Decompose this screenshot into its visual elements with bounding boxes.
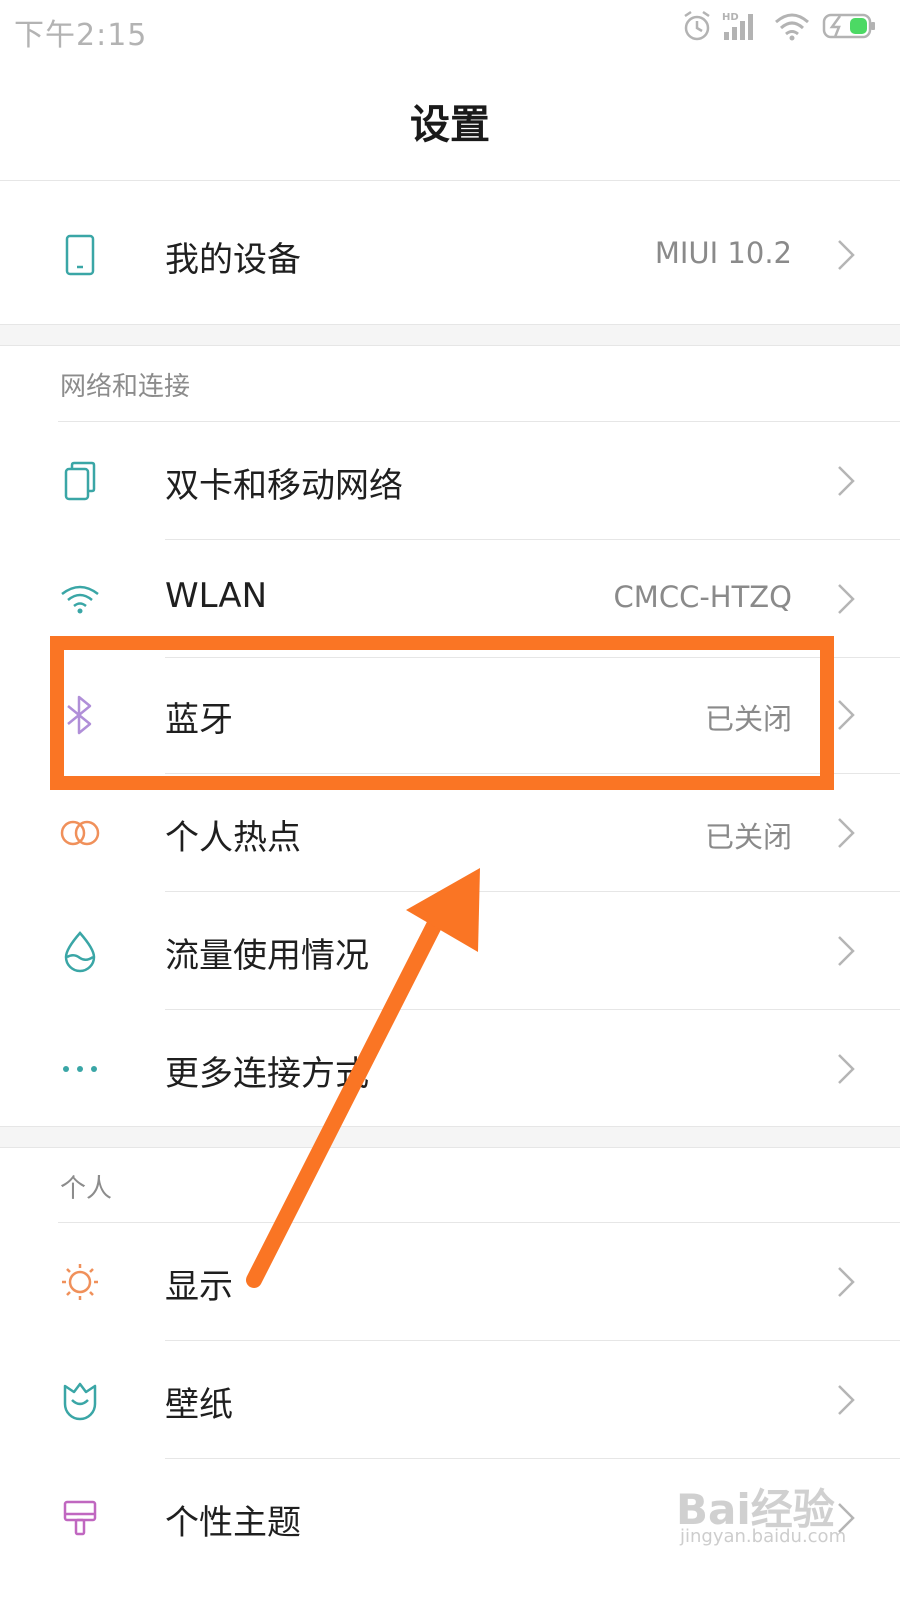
row-hotspot[interactable]: 个人热点 已关闭 <box>0 774 900 892</box>
theme-icon <box>63 1500 97 1536</box>
row-display[interactable]: 显示 <box>0 1223 900 1341</box>
chevron-right-icon <box>838 700 855 730</box>
section-gap <box>0 1127 900 1147</box>
section-header-personal: 个人 <box>60 1174 113 1204</box>
dual-sim-icon <box>64 461 96 501</box>
hd-signal-icon: HD <box>722 12 753 40</box>
chevron-right-icon <box>838 1267 855 1297</box>
watermark: Bai经验 jingyan.baidu.com <box>676 1472 876 1562</box>
display-icon <box>62 1264 98 1300</box>
hotspot-icon <box>60 820 100 846</box>
my-device-value: MIUI 10.2 <box>654 236 792 270</box>
status-time: 下午2:15 <box>14 18 148 53</box>
svg-text:HD: HD <box>722 12 739 23</box>
row-label: WLAN <box>165 576 268 616</box>
divider <box>0 324 900 325</box>
wifi-icon <box>775 13 809 41</box>
chevron-right-icon <box>838 936 855 966</box>
phone-icon <box>65 234 95 276</box>
section-gap <box>0 325 900 345</box>
highlight-box <box>50 636 834 790</box>
row-dual-sim[interactable]: 双卡和移动网络 <box>0 422 900 540</box>
divider <box>0 1126 900 1127</box>
my-device-label: 我的设备 <box>165 240 301 280</box>
row-data-usage[interactable]: 流量使用情况 <box>0 892 900 1010</box>
data-usage-icon <box>64 931 96 973</box>
alarm-icon <box>684 10 710 41</box>
chevron-right-icon <box>838 584 855 614</box>
row-more-connections[interactable]: 更多连接方式 <box>0 1010 900 1128</box>
chevron-right-icon <box>838 818 855 848</box>
row-label: 双卡和移动网络 <box>165 466 403 506</box>
row-label: 壁纸 <box>165 1385 233 1425</box>
row-label: 个性主题 <box>165 1503 301 1543</box>
row-label: 更多连接方式 <box>165 1054 369 1094</box>
divider <box>0 345 900 346</box>
row-label: 流量使用情况 <box>165 936 369 976</box>
chevron-right-icon <box>838 1054 855 1084</box>
row-wallpaper[interactable]: 壁纸 <box>0 1341 900 1459</box>
row-value: CMCC-HTZQ <box>613 580 792 614</box>
row-value: 已关闭 <box>704 820 792 854</box>
chevron-right-icon <box>838 1385 855 1415</box>
chevron-right-icon <box>838 240 855 270</box>
status-icons: HD <box>682 10 882 46</box>
section-header-network: 网络和连接 <box>60 372 191 402</box>
watermark-url: jingyan.baidu.com <box>680 1526 847 1547</box>
wifi-icon <box>61 585 99 614</box>
row-label: 显示 <box>165 1267 233 1307</box>
more-icon <box>63 1066 97 1072</box>
row-label: 个人热点 <box>165 818 301 858</box>
divider <box>0 1147 900 1148</box>
wallpaper-icon <box>63 1382 97 1421</box>
my-device-row[interactable]: 我的设备 MIUI 10.2 <box>0 196 900 314</box>
battery-icon <box>822 13 875 39</box>
status-bar: 下午2:15 HD <box>0 0 900 58</box>
chevron-right-icon <box>838 466 855 496</box>
page-title: 设置 <box>410 102 490 148</box>
header-divider <box>0 180 900 181</box>
